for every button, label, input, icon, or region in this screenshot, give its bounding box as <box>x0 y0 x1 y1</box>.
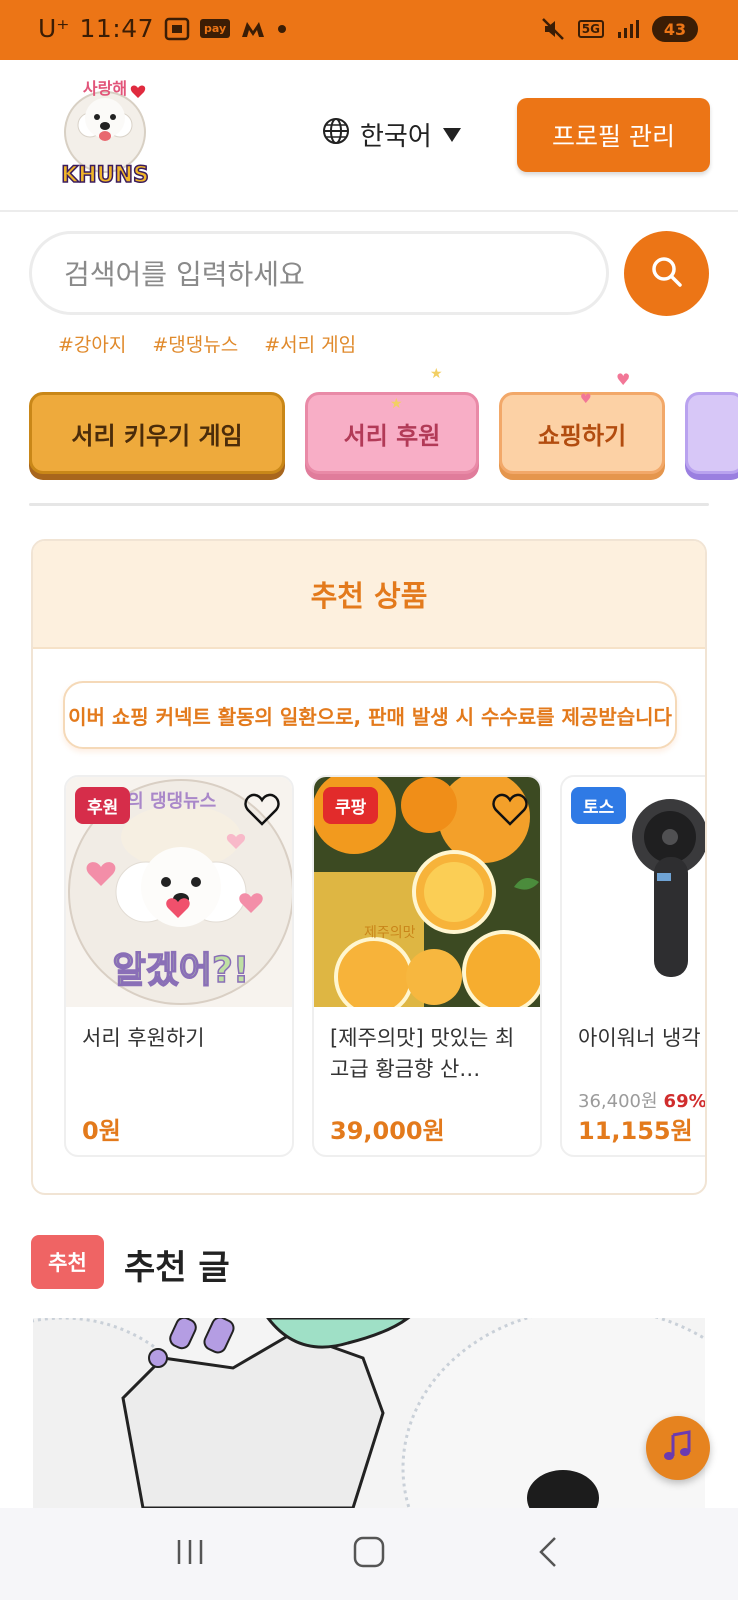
profile-manage-button[interactable]: 프로필 관리 <box>517 98 710 172</box>
game-button[interactable]: 서리 키우기 게임 <box>29 392 285 474</box>
product-original-price: 36,400원 69% <box>578 1087 707 1113</box>
caret-down-icon <box>442 120 462 150</box>
product-card[interactable]: 제주의맛 쿠팡 [제주의맛] 맛있는 최고급 황금향 산… 39,000원 <box>312 775 542 1157</box>
hashtag-list: #강아지 #댕댕뉴스 #서리 게임 <box>58 330 356 357</box>
discount-rate: 69% <box>663 1091 707 1112</box>
music-button[interactable] <box>646 1416 710 1480</box>
product-name: 서리 후원하기 <box>82 1026 205 1050</box>
favorite-heart-icon[interactable] <box>492 793 528 831</box>
recommended-posts-badge: 추천 <box>31 1235 104 1289</box>
hashtag[interactable]: #댕댕뉴스 <box>152 330 238 357</box>
star-sparkle-icon: ★ <box>430 366 443 382</box>
product-badge: 쿠팡 <box>323 787 379 824</box>
favorite-heart-icon[interactable] <box>244 793 280 831</box>
product-card[interactable]: 서리의 댕댕뉴스 알겠어?! 후원 서리 후원하기 0원 <box>64 775 294 1157</box>
signal-icon <box>616 18 640 40</box>
product-badge: 토스 <box>571 787 627 824</box>
hashtag[interactable]: #강아지 <box>58 330 126 357</box>
battery-icon: 43 <box>652 16 698 42</box>
status-time: 11:47 <box>79 14 155 43</box>
system-nav-bar <box>0 1508 738 1600</box>
mute-icon <box>540 16 566 42</box>
back-button[interactable] <box>508 1524 588 1584</box>
notification-dot-icon <box>276 23 288 35</box>
recent-apps-button[interactable] <box>150 1524 230 1584</box>
svg-text:제주의맛: 제주의맛 <box>364 925 416 941</box>
carrier-label: U⁺ <box>38 14 70 43</box>
heart-sparkle-icon: ♥ <box>580 392 592 407</box>
svg-text:KHUNS: KHUNS <box>61 163 149 188</box>
affiliate-disclaimer: 이버 쇼핑 커넥트 활동의 일환으로, 판매 발생 시 수수료를 제공받습니다 <box>63 681 677 749</box>
product-price: 11,155원 <box>578 1117 693 1145</box>
recommended-products-section: 추천 상품 이버 쇼핑 커넥트 활동의 일환으로, 판매 발생 시 수수료를 제… <box>31 539 707 1195</box>
status-bar: U⁺ 11:47 pay 5G 43 <box>0 0 738 60</box>
recent-apps-icon <box>174 1536 206 1572</box>
original-price-value: 36,400원 <box>578 1091 658 1112</box>
product-name: [제주의맛] 맛있는 최고급 황금향 산… <box>330 1026 515 1081</box>
language-label: 한국어 <box>360 122 432 152</box>
more-quick-button[interactable] <box>685 392 738 474</box>
search-icon <box>650 255 684 293</box>
network-5g-icon: 5G <box>577 20 604 38</box>
product-price: 0원 <box>82 1117 121 1145</box>
m-app-icon <box>240 19 266 39</box>
product-badge: 후원 <box>75 787 131 824</box>
post-thumbnail[interactable] <box>33 1318 705 1508</box>
heart-sparkle-icon: ♥ <box>616 370 631 389</box>
section-divider <box>29 503 709 506</box>
pay-icon: pay <box>200 19 231 38</box>
svg-text:사랑해: 사랑해 <box>83 79 127 98</box>
hashtag[interactable]: #서리 게임 <box>264 330 356 357</box>
search-input[interactable]: 검색어를 입력하세요 <box>29 231 609 315</box>
music-note-icon <box>661 1429 695 1467</box>
back-icon <box>535 1535 561 1573</box>
star-sparkle-icon: ★ <box>390 396 403 412</box>
globe-icon <box>322 117 350 152</box>
product-price: 39,000원 <box>330 1117 445 1145</box>
product-name: 아이워너 냉각 용 선풍기, 블라 <box>578 1026 705 1050</box>
svg-text:알겠어?!: 알겠어?! <box>113 950 250 991</box>
app-header: 사랑해 KHUNS 한국어 프로필 관리 <box>0 60 738 212</box>
recommended-posts-title: 추천 글 <box>124 1248 230 1288</box>
section-title: 추천 상품 <box>33 541 705 649</box>
site-logo[interactable]: 사랑해 KHUNS <box>52 70 158 200</box>
product-card[interactable]: 토스 아이워너 냉각 용 선풍기, 블라 36,400원69% 11,155원 <box>560 775 707 1157</box>
language-selector[interactable]: 한국어 <box>322 116 462 153</box>
screenshot-icon <box>164 17 190 41</box>
disclaimer-text: 이버 쇼핑 커넥트 활동의 일환으로, 판매 발생 시 수수료를 제공받습니다 <box>68 704 672 729</box>
home-icon <box>352 1535 386 1573</box>
search-button[interactable] <box>624 231 709 316</box>
home-button[interactable] <box>329 1524 409 1584</box>
